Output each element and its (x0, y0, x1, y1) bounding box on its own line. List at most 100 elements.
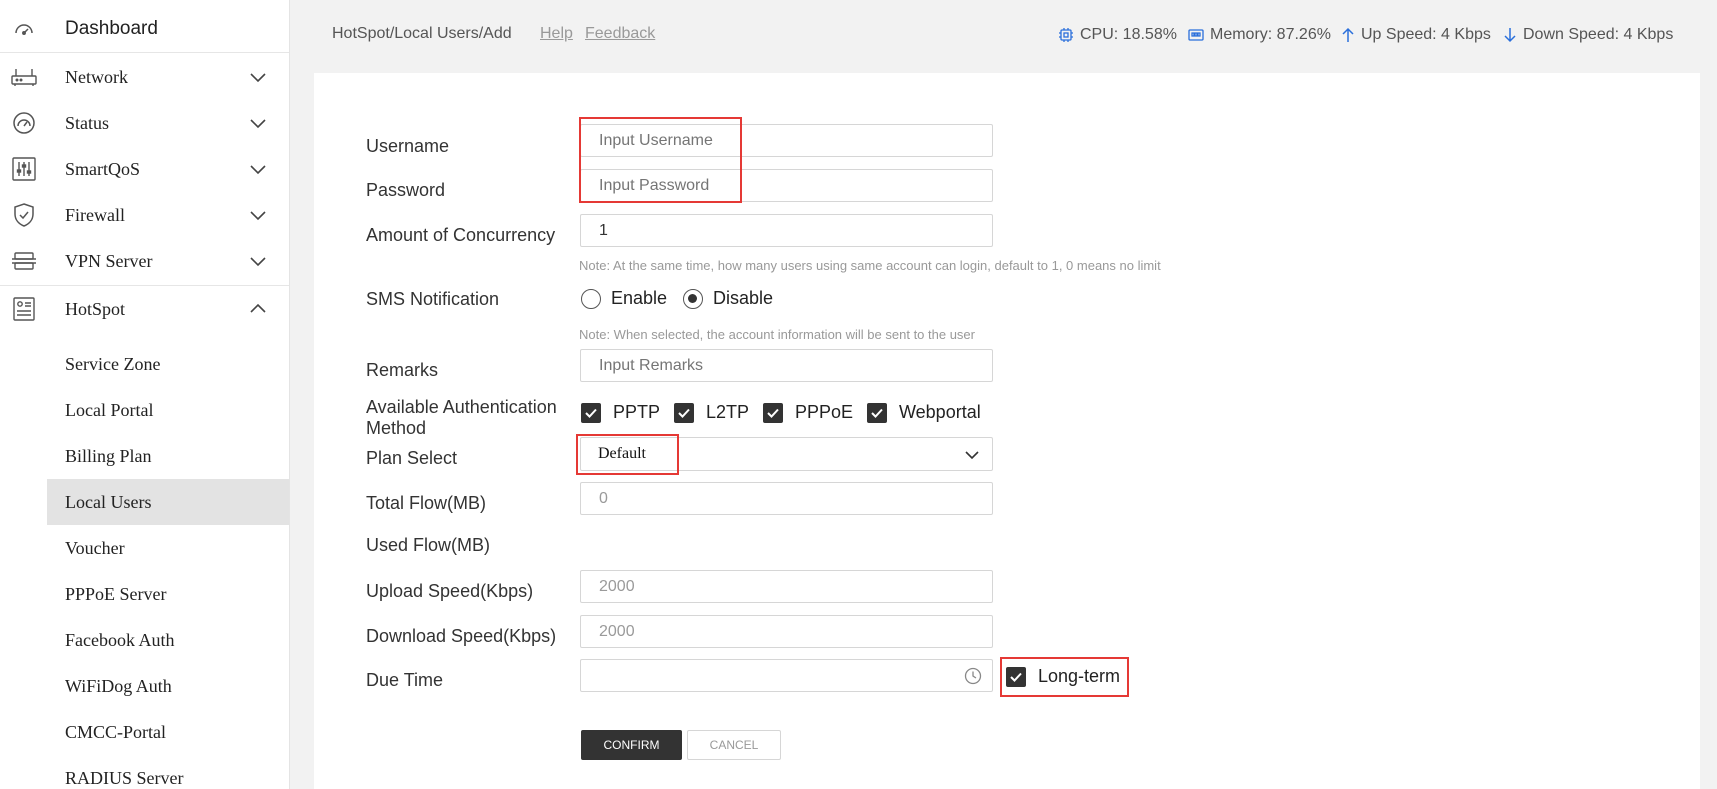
concurrency-input[interactable]: 1 (580, 214, 993, 247)
remarks-label: Remarks (366, 360, 439, 380)
sms-enable-radio[interactable]: Enable (581, 288, 667, 309)
sms-disable-radio[interactable]: Disable (683, 288, 773, 309)
upload-speed-input[interactable]: 2000 (580, 570, 993, 603)
arrow-down-icon (1504, 28, 1516, 43)
server-icon (10, 247, 38, 275)
chevron-down-icon (250, 257, 266, 267)
gauge-icon (10, 109, 38, 137)
confirm-button[interactable]: CONFIRM (581, 730, 682, 760)
sidebar-item-label: PPPoE Server (65, 583, 167, 604)
due-time-input[interactable] (580, 659, 993, 692)
auth-method-label-line2: Method (366, 418, 427, 438)
remarks-input[interactable] (580, 349, 993, 382)
radio-circle-selected (683, 288, 703, 309)
total-flow-input[interactable]: 0 (580, 482, 993, 515)
down-speed-text: Down Speed: 4 Kbps (1523, 26, 1674, 43)
long-term-checkbox[interactable]: Long-term (1006, 666, 1120, 687)
checkbox-checked-icon (763, 402, 783, 423)
chevron-down-icon (250, 73, 266, 83)
download-speed-value: 2000 (599, 622, 635, 640)
checkbox-checked-icon (867, 402, 887, 423)
sidebar-item-label: Network (65, 66, 128, 87)
checkbox-checked-icon (1006, 666, 1026, 687)
total-flow-value: 0 (599, 489, 608, 507)
username-input[interactable] (580, 124, 993, 157)
sidebar-item-vpn-server[interactable]: VPN Server (0, 238, 289, 284)
sidebar-item-label: RADIUS Server (65, 767, 184, 788)
sidebar-item-service-zone[interactable]: Service Zone (47, 341, 289, 387)
sidebar-item-radius-server[interactable]: RADIUS Server (47, 755, 289, 789)
sms-enable-label: Enable (611, 288, 668, 308)
sidebar-item-network[interactable]: Network (0, 54, 289, 100)
cpu-icon (1059, 28, 1073, 42)
up-speed-text: Up Speed: 4 Kbps (1361, 26, 1491, 43)
sidebar-item-firewall[interactable]: Firewall (0, 192, 289, 238)
dashboard-icon (10, 15, 38, 43)
sidebar-item-wifidog-auth[interactable]: WiFiDog Auth (47, 663, 289, 709)
sidebar-item-label: Service Zone (65, 353, 161, 374)
sidebar-item-dashboard[interactable]: Dashboard (0, 6, 289, 52)
sidebar-item-hotspot[interactable]: HotSpot (0, 286, 289, 332)
sidebar-item-label: Dashboard (65, 18, 158, 39)
concurrency-note: Note: At the same time, how many users u… (579, 258, 1161, 273)
header: HotSpot/Local Users/Add Help Feedback CP… (290, 0, 1717, 70)
upload-speed-label: Upload Speed(Kbps) (366, 581, 534, 601)
sidebar-item-cmcc-portal[interactable]: CMCC-Portal (47, 709, 289, 755)
chevron-down-icon (965, 451, 979, 460)
download-speed-input[interactable]: 2000 (580, 615, 993, 648)
used-flow-label: Used Flow(MB) (366, 535, 491, 555)
sidebar-item-smartqos[interactable]: SmartQoS (0, 146, 289, 192)
password-input[interactable] (580, 169, 993, 202)
sms-label: SMS Notification (366, 289, 500, 309)
auth-method-label: Available Authentication Method (366, 397, 557, 439)
sidebar-item-label: Local Portal (65, 399, 154, 420)
router-icon (10, 63, 38, 91)
sidebar-item-pppoe-server[interactable]: PPPoE Server (47, 571, 289, 617)
memory-icon (1188, 29, 1204, 41)
auth-pptp-label: PPTP (613, 402, 661, 422)
hotspot-icon (10, 295, 38, 323)
cpu-text: CPU: 18.58% (1080, 26, 1177, 43)
memory-stat: Memory: 87.26% (1188, 26, 1331, 44)
sidebar-item-label: Firewall (65, 204, 125, 225)
sidebar-item-status[interactable]: Status (0, 100, 289, 146)
password-label: Password (366, 180, 446, 200)
sidebar-item-facebook-auth[interactable]: Facebook Auth (47, 617, 289, 663)
username-label: Username (366, 136, 450, 156)
long-term-label: Long-term (1038, 666, 1121, 686)
sms-note: Note: When selected, the account informa… (579, 327, 975, 342)
feedback-link[interactable]: Feedback (585, 25, 655, 43)
auth-l2tp-label: L2TP (706, 402, 750, 422)
download-speed-label: Download Speed(Kbps) (366, 626, 557, 646)
sidebar-item-voucher[interactable]: Voucher (47, 525, 289, 571)
cancel-button[interactable]: CANCEL (687, 730, 781, 760)
sliders-icon (10, 155, 38, 183)
sidebar-item-label: HotSpot (65, 298, 126, 319)
down-speed-stat: Down Speed: 4 Kbps (1503, 26, 1673, 44)
auth-pppoe-checkbox[interactable]: PPPoE (763, 402, 853, 423)
cpu-stat: CPU: 18.58% (1058, 26, 1177, 44)
auth-pppoe-label: PPPoE (795, 402, 854, 422)
memory-text: Memory: 87.26% (1210, 26, 1331, 43)
plan-select[interactable]: Default (580, 437, 993, 471)
sidebar-item-label: Local Users (65, 491, 152, 512)
breadcrumb: HotSpot/Local Users/Add (332, 25, 512, 42)
auth-webportal-checkbox[interactable]: Webportal (867, 402, 981, 423)
auth-l2tp-checkbox[interactable]: L2TP (674, 402, 749, 423)
concurrency-value: 1 (599, 221, 608, 239)
chevron-down-icon (250, 211, 266, 221)
sidebar: Dashboard Network Status SmartQoS Firewa… (0, 0, 290, 789)
sidebar-item-local-portal[interactable]: Local Portal (47, 387, 289, 433)
arrow-up-icon (1342, 27, 1354, 42)
due-time-label: Due Time (366, 670, 444, 690)
auth-pptp-checkbox[interactable]: PPTP (581, 402, 660, 423)
sidebar-item-label: SmartQoS (65, 158, 141, 179)
clock-icon[interactable] (964, 667, 982, 685)
help-link[interactable]: Help (540, 25, 573, 43)
sidebar-item-label: Billing Plan (65, 445, 152, 466)
sidebar-item-label: Status (65, 112, 110, 133)
sidebar-item-local-users[interactable]: Local Users (47, 479, 289, 525)
auth-method-label-line1: Available Authentication (366, 397, 557, 417)
sidebar-item-billing-plan[interactable]: Billing Plan (47, 433, 289, 479)
checkbox-checked-icon (674, 402, 694, 423)
